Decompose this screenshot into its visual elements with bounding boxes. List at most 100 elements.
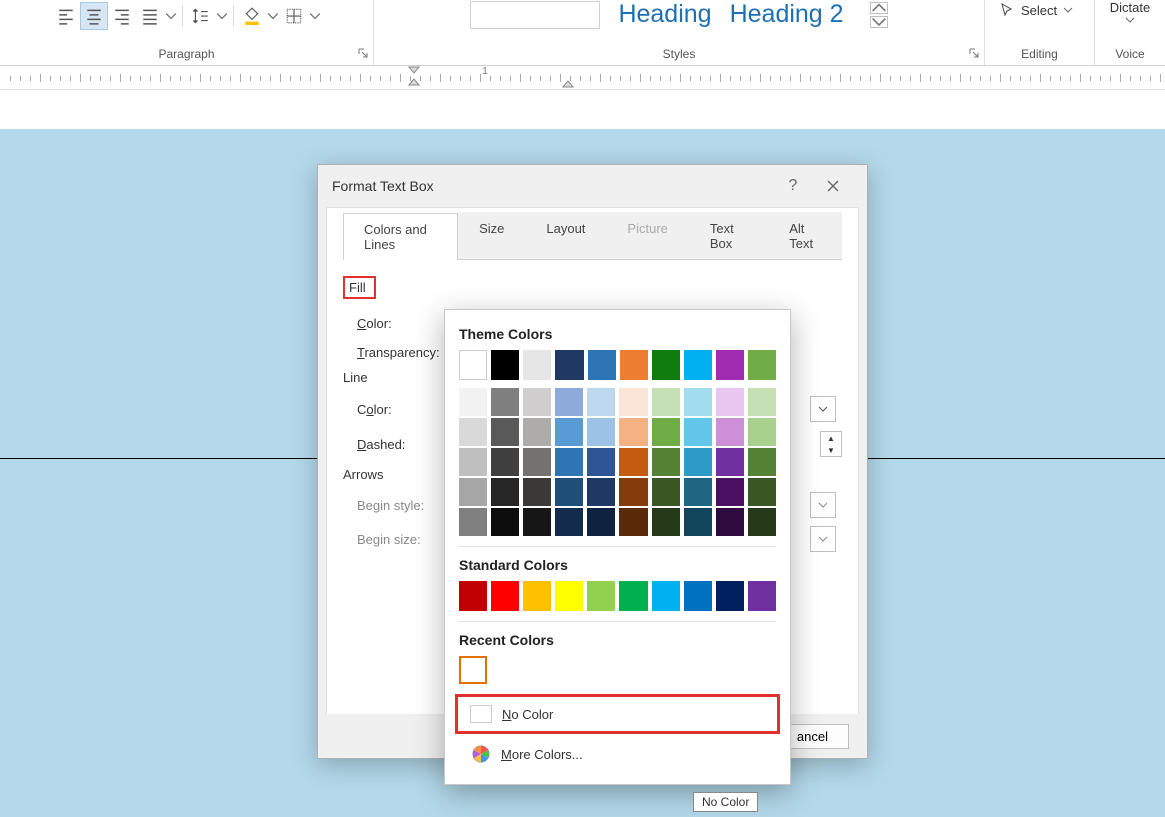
color-swatch[interactable] bbox=[748, 581, 776, 611]
tab-alttext[interactable]: Alt Text bbox=[768, 212, 842, 259]
style-heading1[interactable]: Heading bbox=[618, 0, 711, 29]
color-swatch[interactable] bbox=[652, 508, 680, 536]
color-swatch[interactable] bbox=[652, 581, 680, 611]
color-swatch[interactable] bbox=[587, 448, 615, 476]
color-swatch[interactable] bbox=[684, 388, 712, 416]
line-style-dropdown[interactable] bbox=[810, 396, 836, 422]
spinner-down-icon[interactable]: ▼ bbox=[821, 444, 841, 456]
style-normal-preview[interactable] bbox=[470, 1, 600, 29]
shading-button[interactable] bbox=[238, 2, 266, 30]
color-swatch[interactable] bbox=[684, 448, 712, 476]
end-style-dropdown[interactable] bbox=[810, 492, 836, 518]
color-swatch[interactable] bbox=[619, 418, 647, 446]
color-swatch[interactable] bbox=[523, 478, 551, 506]
color-swatch[interactable] bbox=[748, 448, 776, 476]
color-swatch[interactable] bbox=[748, 350, 776, 380]
color-swatch[interactable] bbox=[555, 388, 583, 416]
color-swatch[interactable] bbox=[587, 581, 615, 611]
color-swatch[interactable] bbox=[619, 388, 647, 416]
color-swatch[interactable] bbox=[523, 581, 551, 611]
color-swatch[interactable] bbox=[555, 350, 583, 380]
close-button[interactable] bbox=[813, 168, 853, 204]
color-swatch[interactable] bbox=[652, 418, 680, 446]
color-swatch[interactable] bbox=[491, 418, 519, 446]
weight-spinner[interactable]: ▲ ▼ bbox=[820, 431, 842, 457]
color-swatch[interactable] bbox=[523, 448, 551, 476]
color-swatch[interactable] bbox=[716, 350, 744, 380]
paragraph-launcher-icon[interactable] bbox=[357, 47, 369, 59]
recent-color-swatch[interactable] bbox=[459, 656, 487, 684]
color-swatch[interactable] bbox=[523, 350, 551, 380]
color-swatch[interactable] bbox=[491, 350, 519, 380]
dictate-button[interactable]: Dictate bbox=[1110, 0, 1150, 25]
color-swatch[interactable] bbox=[684, 350, 712, 380]
color-swatch[interactable] bbox=[684, 478, 712, 506]
style-heading2[interactable]: Heading 2 bbox=[730, 0, 844, 29]
color-swatch[interactable] bbox=[748, 418, 776, 446]
color-swatch[interactable] bbox=[459, 508, 487, 536]
color-swatch[interactable] bbox=[491, 448, 519, 476]
color-swatch[interactable] bbox=[555, 581, 583, 611]
color-swatch[interactable] bbox=[619, 581, 647, 611]
color-swatch[interactable] bbox=[652, 478, 680, 506]
color-swatch[interactable] bbox=[555, 418, 583, 446]
color-swatch[interactable] bbox=[684, 581, 712, 611]
color-swatch[interactable] bbox=[684, 508, 712, 536]
color-swatch[interactable] bbox=[748, 388, 776, 416]
color-swatch[interactable] bbox=[555, 448, 583, 476]
color-swatch[interactable] bbox=[716, 388, 744, 416]
color-swatch[interactable] bbox=[716, 418, 744, 446]
help-button[interactable]: ? bbox=[773, 168, 813, 204]
color-swatch[interactable] bbox=[459, 418, 487, 446]
line-spacing-dropdown-icon[interactable] bbox=[215, 2, 229, 30]
select-button[interactable]: Select bbox=[991, 2, 1073, 18]
color-swatch[interactable] bbox=[491, 581, 519, 611]
shading-dropdown-icon[interactable] bbox=[266, 2, 280, 30]
color-swatch[interactable] bbox=[459, 581, 487, 611]
borders-button[interactable] bbox=[280, 2, 308, 30]
color-swatch[interactable] bbox=[716, 478, 744, 506]
tab-size[interactable]: Size bbox=[458, 212, 525, 259]
color-swatch[interactable] bbox=[716, 448, 744, 476]
justify-button[interactable] bbox=[136, 2, 164, 30]
color-swatch[interactable] bbox=[652, 350, 680, 380]
align-dropdown-icon[interactable] bbox=[164, 2, 178, 30]
align-right-button[interactable] bbox=[108, 2, 136, 30]
color-swatch[interactable] bbox=[459, 448, 487, 476]
styles-launcher-icon[interactable] bbox=[968, 47, 980, 59]
tab-layout[interactable]: Layout bbox=[525, 212, 606, 259]
color-swatch[interactable] bbox=[459, 478, 487, 506]
color-swatch[interactable] bbox=[491, 388, 519, 416]
align-center-button[interactable] bbox=[80, 2, 108, 30]
color-swatch[interactable] bbox=[459, 350, 487, 380]
color-swatch[interactable] bbox=[620, 350, 648, 380]
end-size-dropdown[interactable] bbox=[810, 526, 836, 552]
spinner-up-icon[interactable]: ▲ bbox=[821, 432, 841, 444]
color-swatch[interactable] bbox=[587, 388, 615, 416]
ruler[interactable]: 1 bbox=[0, 66, 1165, 90]
color-swatch[interactable] bbox=[716, 581, 744, 611]
color-swatch[interactable] bbox=[587, 508, 615, 536]
color-swatch[interactable] bbox=[523, 388, 551, 416]
color-swatch[interactable] bbox=[459, 388, 487, 416]
borders-dropdown-icon[interactable] bbox=[308, 2, 322, 30]
color-swatch[interactable] bbox=[523, 418, 551, 446]
tab-textbox[interactable]: Text Box bbox=[689, 212, 768, 259]
color-swatch[interactable] bbox=[652, 388, 680, 416]
line-spacing-button[interactable] bbox=[187, 2, 215, 30]
color-swatch[interactable] bbox=[748, 508, 776, 536]
color-swatch[interactable] bbox=[652, 448, 680, 476]
styles-scroll-down-icon[interactable] bbox=[870, 16, 888, 28]
color-swatch[interactable] bbox=[555, 508, 583, 536]
color-swatch[interactable] bbox=[619, 478, 647, 506]
color-swatch[interactable] bbox=[684, 418, 712, 446]
color-swatch[interactable] bbox=[748, 478, 776, 506]
styles-scroll-up-icon[interactable] bbox=[870, 2, 888, 14]
color-swatch[interactable] bbox=[716, 508, 744, 536]
color-swatch[interactable] bbox=[619, 448, 647, 476]
more-colors-button[interactable]: More Colors... bbox=[459, 734, 776, 774]
color-swatch[interactable] bbox=[588, 350, 616, 380]
color-swatch[interactable] bbox=[619, 508, 647, 536]
no-color-button[interactable]: No Color bbox=[455, 694, 780, 734]
color-swatch[interactable] bbox=[491, 478, 519, 506]
